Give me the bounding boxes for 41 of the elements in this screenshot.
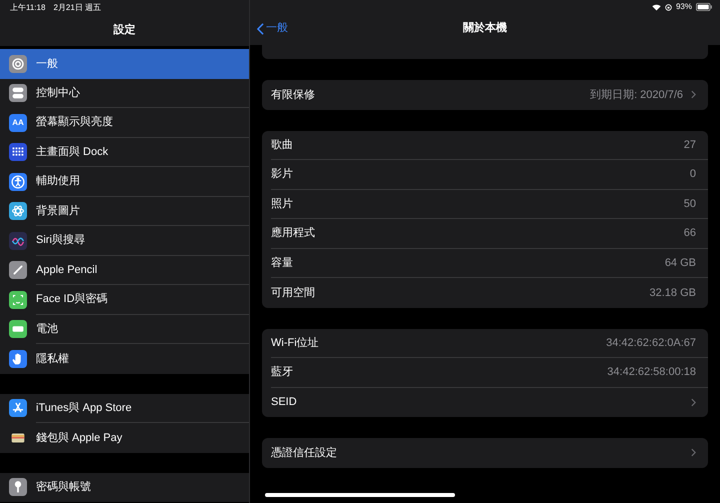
sidebar-item[interactable]: AA 螢幕顯示與亮度 — [0, 108, 249, 138]
battery-icon — [696, 3, 712, 11]
row-label: Wi-Fi位址 — [271, 336, 320, 350]
settings-app-icon: AA — [9, 114, 27, 132]
row-value: 34:42:62:58:00:18 — [607, 365, 696, 380]
row-label: 可用空間 — [271, 286, 316, 300]
page-title: 關於本機 — [463, 20, 507, 36]
row-label: 藍牙 — [271, 364, 294, 380]
sidebar-item[interactable]: 錢包與 Apple Pay — [0, 423, 249, 452]
status-date: 2月21日 週五 — [53, 2, 102, 14]
row-label: 容量 — [271, 256, 294, 270]
row-value: 到期日期: 2020/7/6 — [590, 88, 683, 102]
sidebar-item-label: 螢幕顯示與亮度 — [36, 108, 249, 138]
sidebar-item[interactable]: 密碼與帳號 — [0, 472, 249, 502]
row-label: 照片 — [271, 196, 294, 212]
row-value: 27 — [684, 138, 696, 152]
wifi-icon — [652, 4, 661, 10]
sidebar-item-label: 密碼與帳號 — [36, 480, 92, 495]
row-label: 歌曲 — [271, 138, 294, 152]
row-value: 50 — [684, 196, 696, 212]
rotation-lock-icon — [664, 4, 672, 10]
row-label: 有限保修 — [271, 88, 316, 102]
sidebar-item-label: 隱私權 — [36, 352, 70, 366]
sidebar-item[interactable]: 一般 — [0, 49, 249, 78]
row-value: 34:42:62:62:0A:67 — [606, 336, 696, 350]
sidebar-item-label: 錢包與 Apple Pay — [36, 430, 124, 446]
row-label: 影片 — [271, 167, 294, 182]
sidebar-item-label: 一般 — [36, 56, 59, 72]
sidebar-item[interactable]: 隱私權 — [0, 344, 249, 374]
row-label: SEID — [271, 395, 298, 410]
sidebar-title: 設定 — [114, 22, 136, 38]
back-chevron-icon — [257, 22, 264, 34]
row-label: 應用程式 — [271, 226, 316, 241]
row-label: 憑證信任設定 — [271, 446, 338, 460]
row-value: 0 — [690, 167, 696, 182]
status-time: 上午11:18 — [10, 2, 46, 14]
row-value: 64 GB — [664, 256, 696, 270]
row-value: 32.18 GB — [650, 286, 696, 300]
row-value: 66 — [684, 226, 696, 241]
back-button[interactable]: 一般 — [250, 20, 288, 37]
battery-percentage: 93% — [676, 1, 692, 13]
